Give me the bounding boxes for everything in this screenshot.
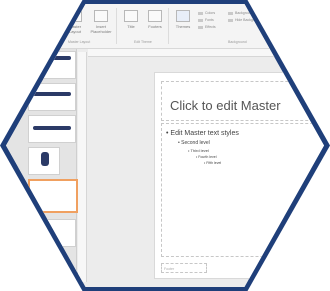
colors-dropdown[interactable]: Colors [198, 11, 215, 15]
insert-placeholder-label: Insert Placeholder [90, 24, 112, 34]
group-label-background: Background [228, 40, 247, 44]
bullet-level-4: • Fourth level [196, 155, 217, 159]
bullet-level-5-text: Fifth level [206, 161, 222, 165]
hide-background-checkbox[interactable]: Hide Background Graphics [228, 18, 277, 22]
insert-placeholder-button[interactable]: Insert Placeholder [90, 10, 112, 34]
bullet-level-2: • Second level [178, 140, 210, 146]
bullet-level-1: • Edit Master text styles [166, 130, 239, 137]
footers-checkbox-button[interactable]: Footers [144, 10, 166, 29]
slide-master-canvas: Click to edit Master • Edit Master text … [154, 72, 324, 279]
fonts-label: Fonts [205, 18, 214, 22]
group-label-edit-theme: Edit Theme [134, 40, 152, 44]
background-styles-icon [228, 11, 233, 15]
title-checkbox-icon [124, 10, 138, 22]
slide-thumbnail[interactable] [28, 115, 76, 143]
screenshot-area: Master Layout Insert Placeholder Title F… [6, 4, 324, 287]
hexagon-frame: Master Layout Insert Placeholder Title F… [0, 0, 330, 291]
footers-checkbox-icon [148, 10, 162, 22]
bullet-level-4-text: Fourth level [198, 155, 217, 159]
colors-label: Colors [205, 11, 216, 15]
themes-label: Themes [175, 24, 191, 29]
footer-placeholder[interactable]: Footer [161, 263, 207, 273]
slide-thumbnail[interactable] [28, 147, 60, 175]
colors-icon [198, 11, 203, 15]
thumbnail-content-block [41, 152, 49, 166]
ribbon-separator [116, 8, 117, 44]
thumbnail-title-bar [33, 126, 71, 130]
themes-icon [176, 10, 190, 22]
vertical-ruler [78, 52, 87, 282]
fonts-dropdown[interactable]: Fonts [198, 18, 214, 22]
title-checkbox-label: Title [127, 24, 135, 29]
bullet-level-3: • Third level [188, 148, 209, 153]
horizontal-ruler [88, 49, 324, 57]
themes-button[interactable]: Themes [172, 10, 194, 29]
effects-dropdown[interactable]: Effects [198, 25, 216, 29]
effects-label: Effects [205, 25, 216, 29]
bullet-level-3-text: Third level [190, 148, 209, 153]
bullet-level-5: • Fifth level [204, 161, 222, 165]
group-label-master-layout: Master Layout [68, 40, 91, 44]
title-checkbox-button[interactable]: Title [120, 10, 142, 29]
bullet-level-1-text: Edit Master text styles [170, 130, 239, 137]
footers-checkbox-label: Footers [148, 24, 162, 29]
thumbnail-title-bar [33, 92, 71, 96]
ribbon: Master Layout Insert Placeholder Title F… [6, 4, 324, 49]
bullet-level-2-text: Second level [181, 140, 210, 146]
insert-placeholder-icon [94, 10, 108, 22]
ribbon-separator [168, 8, 169, 44]
fonts-icon [198, 18, 203, 22]
hide-background-icon [228, 18, 233, 22]
title-placeholder-text: Click to edit Master [170, 98, 281, 113]
effects-icon [198, 25, 203, 29]
background-styles-dropdown[interactable]: Background Styles [228, 11, 264, 15]
